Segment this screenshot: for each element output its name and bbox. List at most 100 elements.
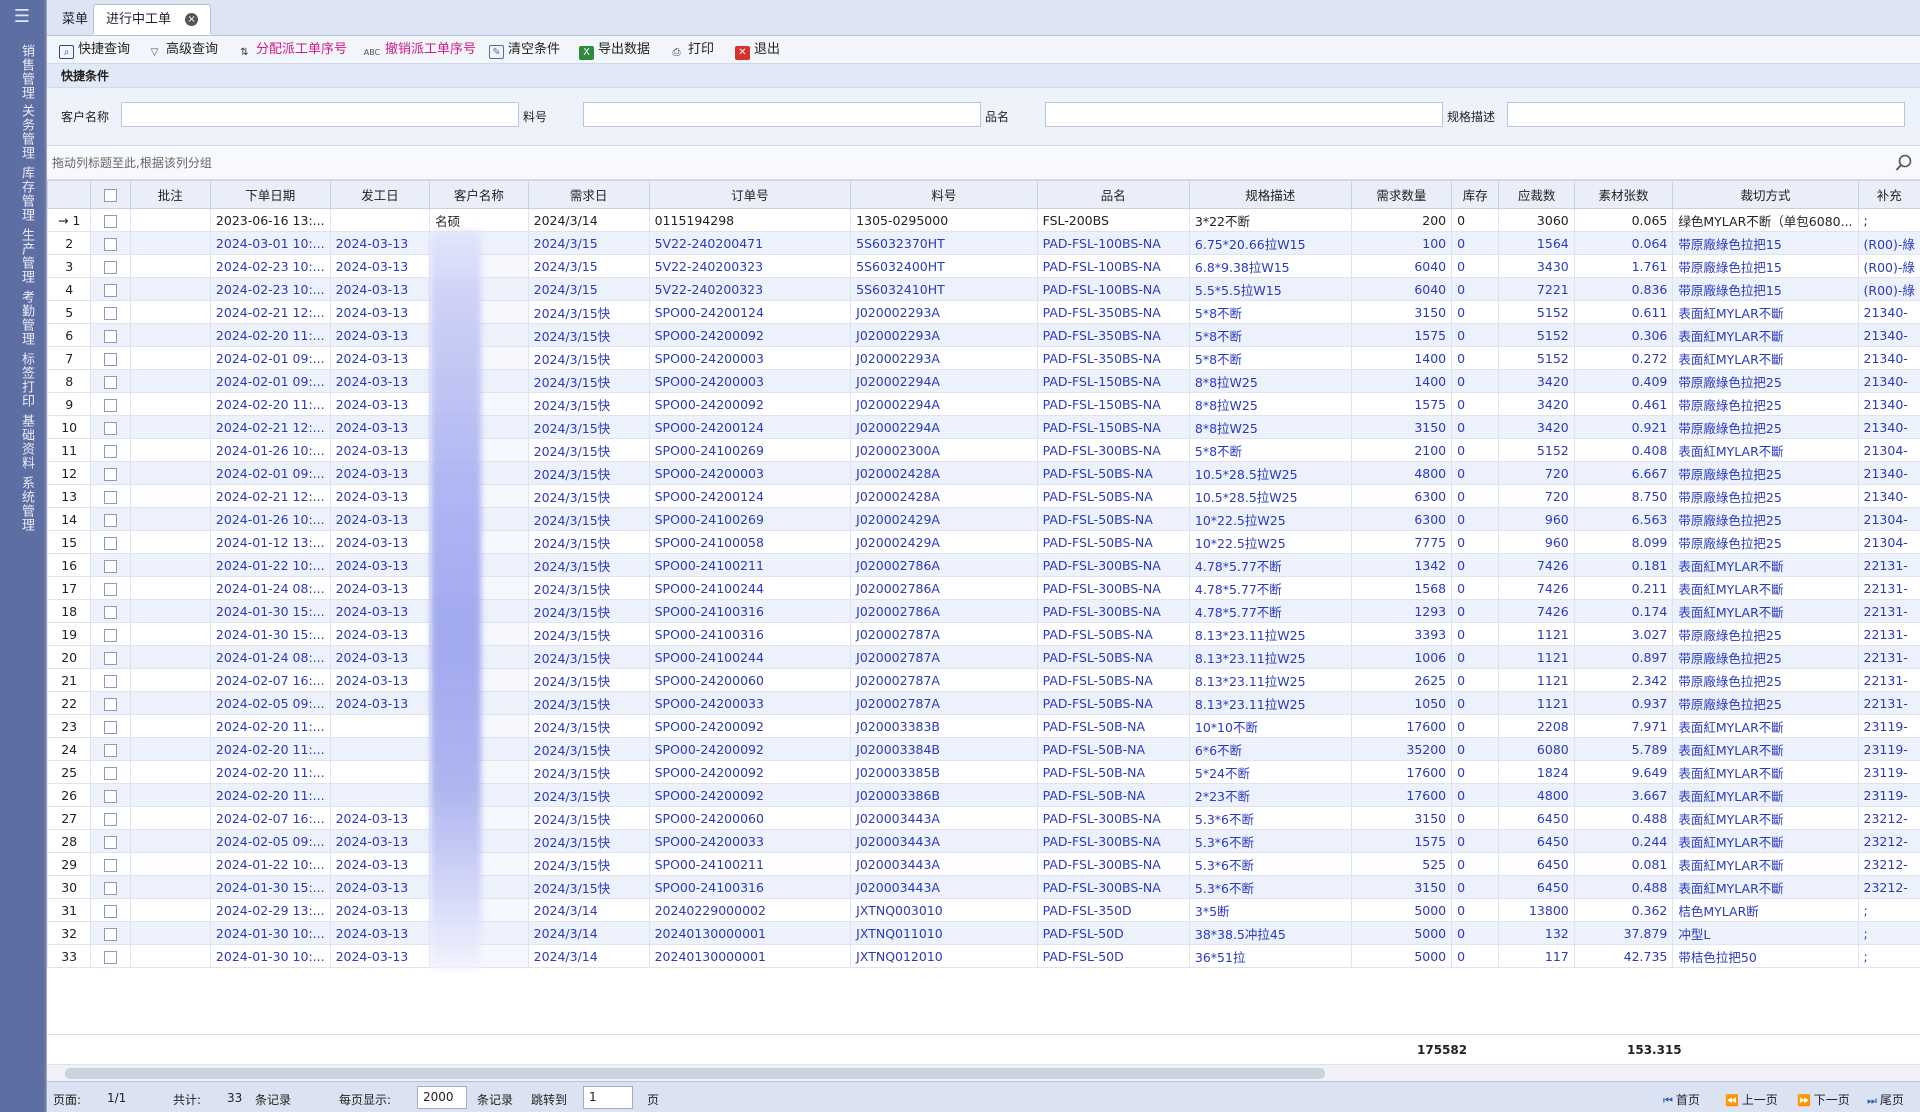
row-checkbox[interactable] xyxy=(90,599,131,623)
row-checkbox[interactable] xyxy=(90,461,131,485)
spec-desc-input[interactable] xyxy=(1507,102,1905,127)
col-demand-qty[interactable]: 需求数量 xyxy=(1350,180,1453,209)
sidebar-item-sales[interactable]: 销售管理 xyxy=(8,44,36,100)
row-checkbox[interactable] xyxy=(90,783,131,807)
table-row[interactable]: 5 2024-02-21 12:... 2024-03-13 2024/3/15快 SP… xyxy=(47,300,1920,324)
tab-active-workorders[interactable]: 进行中工单 × xyxy=(93,4,212,35)
row-checkbox[interactable] xyxy=(90,415,131,439)
col-comment[interactable]: 批注 xyxy=(129,180,211,209)
print-button[interactable]: ⎙ 打印 xyxy=(669,41,715,59)
table-row[interactable]: → 1 2023-06-16 13:... 名硕 2024/3/14 011519429… xyxy=(47,208,1920,232)
next-page-button[interactable]: ⏩ 下一页 xyxy=(1797,1091,1850,1108)
col-demand-date[interactable]: 需求日 xyxy=(527,180,650,209)
row-checkbox[interactable] xyxy=(90,668,131,692)
row-checkbox[interactable] xyxy=(90,530,131,554)
row-checkbox[interactable] xyxy=(90,944,131,968)
col-order-no[interactable]: 订单号 xyxy=(648,180,852,209)
row-checkbox[interactable] xyxy=(90,300,131,324)
table-row[interactable]: 23 2024-02-20 11:... 2024/3/15快 SPO00-24200… xyxy=(47,714,1920,738)
table-row[interactable]: 32 2024-01-30 10:... 2024-03-13 2024/3/14 20… xyxy=(47,921,1920,945)
col-spec[interactable]: 规格描述 xyxy=(1188,180,1352,209)
col-material-sheets[interactable]: 素材张数 xyxy=(1573,180,1674,209)
sidebar-item-inventory[interactable]: 库存管理 xyxy=(8,166,36,222)
table-row[interactable]: 2 2024-03-01 10:... 2024-03-13 2024/3/15 5V2… xyxy=(47,231,1920,255)
row-checkbox[interactable] xyxy=(90,691,131,715)
scrollbar-thumb[interactable] xyxy=(65,1068,1325,1079)
row-checkbox[interactable] xyxy=(90,622,131,646)
row-checkbox[interactable] xyxy=(90,875,131,899)
row-checkbox[interactable] xyxy=(90,208,131,232)
sidebar-item-label-print[interactable]: 标签打印 xyxy=(8,352,36,408)
row-checkbox[interactable] xyxy=(90,760,131,784)
table-row[interactable]: 26 2024-02-20 11:... 2024/3/15快 SPO00-24200… xyxy=(47,783,1920,807)
col-dispatch-date[interactable]: 发工日 xyxy=(329,180,431,209)
table-row[interactable]: 3 2024-02-23 10:... 2024-03-13 2024/3/15 5V2… xyxy=(47,254,1920,278)
row-checkbox[interactable] xyxy=(90,392,131,416)
assign-dispatch-seq-button[interactable]: ⇅ 分配派工单序号 xyxy=(237,41,347,59)
close-icon[interactable]: × xyxy=(185,13,199,26)
col-stock[interactable]: 库存 xyxy=(1451,180,1500,209)
row-checkbox[interactable] xyxy=(90,277,131,301)
jump-page-input[interactable]: 1 xyxy=(583,1086,633,1109)
search-icon[interactable] xyxy=(1895,154,1913,172)
row-checkbox[interactable] xyxy=(90,737,131,761)
row-checkbox[interactable] xyxy=(90,714,131,738)
table-row[interactable]: 13 2024-02-21 12:... 2024-03-13 2024/3/15快 S… xyxy=(47,484,1920,508)
row-checkbox[interactable] xyxy=(90,829,131,853)
exit-button[interactable]: ✕ 退出 xyxy=(735,41,780,60)
table-row[interactable]: 17 2024-01-24 08:... 2024-03-13 2024/3/15快 S… xyxy=(47,576,1920,600)
table-row[interactable]: 19 2024-01-30 15:... 2024-03-13 2024/3/15快 S… xyxy=(47,622,1920,646)
row-checkbox[interactable] xyxy=(90,438,131,462)
col-cut-qty[interactable]: 应裁数 xyxy=(1498,180,1575,209)
group-by-area[interactable]: 拖动列标题至此,根据该列分组 xyxy=(47,146,1920,180)
table-row[interactable]: 11 2024-01-26 10:... 2024-03-13 2024/3/15快 S… xyxy=(47,438,1920,462)
table-row[interactable]: 20 2024-01-24 08:... 2024-03-13 2024/3/15快 S… xyxy=(47,645,1920,669)
customer-name-input[interactable] xyxy=(121,102,519,127)
table-row[interactable]: 25 2024-02-20 11:... 2024/3/15快 SPO00-24200… xyxy=(47,760,1920,784)
row-checkbox[interactable] xyxy=(90,346,131,370)
table-row[interactable]: 33 2024-01-30 10:... 2024-03-13 2024/3/14 20… xyxy=(47,944,1920,968)
table-row[interactable]: 24 2024-02-20 11:... 2024/3/15快 SPO00-24200… xyxy=(47,737,1920,761)
row-checkbox[interactable] xyxy=(90,507,131,531)
col-extra[interactable]: 补充 xyxy=(1857,180,1920,209)
export-data-button[interactable]: X 导出数据 xyxy=(579,41,650,60)
table-row[interactable]: 9 2024-02-20 11:... 2024-03-13 2024/3/15快 SP… xyxy=(47,392,1920,416)
table-row[interactable]: 4 2024-02-23 10:... 2024-03-13 2024/3/15 5V2… xyxy=(47,277,1920,301)
row-checkbox[interactable] xyxy=(90,323,131,347)
table-row[interactable]: 7 2024-02-01 09:... 2024-03-13 2024/3/15快 SP… xyxy=(47,346,1920,370)
sidebar-item-base-data[interactable]: 基础资料 xyxy=(8,414,36,470)
table-row[interactable]: 22 2024-02-05 09:... 2024-03-13 2024/3/15快 S… xyxy=(47,691,1920,715)
sidebar-item-production[interactable]: 生产管理 xyxy=(8,228,36,284)
quick-search-button[interactable]: ⌕ 快捷查询 xyxy=(59,41,130,59)
select-all-checkbox[interactable] xyxy=(90,180,131,209)
last-page-button[interactable]: ⏭ 尾页 xyxy=(1867,1091,1904,1108)
table-row[interactable]: 16 2024-01-22 10:... 2024-03-13 2024/3/15快 S… xyxy=(47,553,1920,577)
col-cut-method[interactable]: 裁切方式 xyxy=(1672,180,1859,209)
row-checkbox[interactable] xyxy=(90,898,131,922)
per-page-input[interactable]: 2000 xyxy=(417,1086,467,1109)
table-row[interactable]: 15 2024-01-12 13:... 2024-03-13 2024/3/15快 S… xyxy=(47,530,1920,554)
col-part-no[interactable]: 料号 xyxy=(850,180,1038,209)
row-checkbox[interactable] xyxy=(90,852,131,876)
table-row[interactable]: 12 2024-02-01 09:... 2024-03-13 2024/3/15快 S… xyxy=(47,461,1920,485)
table-row[interactable]: 28 2024-02-05 09:... 2024-03-13 2024/3/15快 S… xyxy=(47,829,1920,853)
sidebar-item-attendance[interactable]: 考勤管理 xyxy=(8,290,36,346)
row-checkbox[interactable] xyxy=(90,553,131,577)
table-row[interactable]: 21 2024-02-07 16:... 2024-03-13 2024/3/15快 S… xyxy=(47,668,1920,692)
table-row[interactable]: 14 2024-01-26 10:... 2024-03-13 2024/3/15快 S… xyxy=(47,507,1920,531)
sidebar-item-customs[interactable]: 关务管理 xyxy=(8,104,36,160)
table-row[interactable]: 29 2024-01-22 10:... 2024-03-13 2024/3/15快 S… xyxy=(47,852,1920,876)
revoke-dispatch-seq-button[interactable]: ABC 撤销派工单序号 xyxy=(363,41,476,59)
row-checkbox[interactable] xyxy=(90,576,131,600)
col-product-name[interactable]: 品名 xyxy=(1036,180,1190,209)
table-row[interactable]: 27 2024-02-07 16:... 2024-03-13 2024/3/15快 S… xyxy=(47,806,1920,830)
col-order-date[interactable]: 下单日期 xyxy=(209,180,331,209)
row-checkbox[interactable] xyxy=(90,484,131,508)
col-customer[interactable]: 客户名称 xyxy=(429,180,529,209)
row-checkbox[interactable] xyxy=(90,369,131,393)
table-row[interactable]: 30 2024-01-30 15:... 2024-03-13 2024/3/15快 S… xyxy=(47,875,1920,899)
product-name-input[interactable] xyxy=(1045,102,1443,127)
table-row[interactable]: 18 2024-01-30 15:... 2024-03-13 2024/3/15快 S… xyxy=(47,599,1920,623)
row-checkbox[interactable] xyxy=(90,806,131,830)
row-checkbox[interactable] xyxy=(90,921,131,945)
